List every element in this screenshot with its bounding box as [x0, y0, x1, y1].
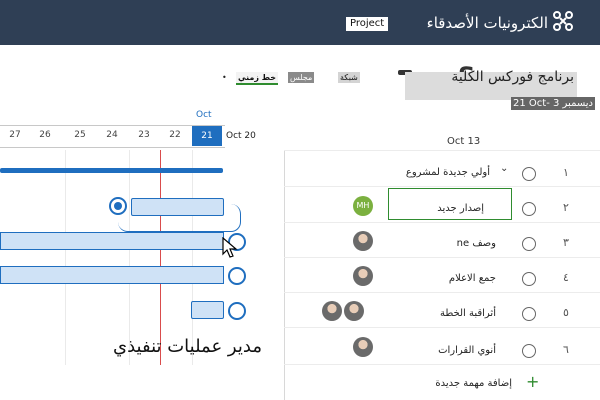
- timeline-gridline: [192, 150, 193, 365]
- row-number: ٢: [563, 201, 569, 214]
- avatar[interactable]: [344, 301, 364, 321]
- timeline-gridline: [65, 150, 66, 365]
- avatar[interactable]: [322, 301, 342, 321]
- task-complete-checkbox[interactable]: [522, 167, 536, 181]
- row-number: ١: [563, 166, 569, 179]
- task-name[interactable]: إصدار جديد: [437, 203, 484, 214]
- row-number: ٤: [563, 271, 569, 284]
- task-complete-checkbox[interactable]: [522, 307, 536, 321]
- timeline-tick: 24: [106, 130, 118, 140]
- timeline-tick: 22: [169, 130, 181, 140]
- grid-date-column-header: Oct 13: [447, 136, 481, 147]
- timeline-gridline: [129, 150, 130, 365]
- row-number: ٣: [563, 236, 569, 249]
- app-header-bar: الكترونيات الأصدقاء Project: [0, 0, 600, 45]
- row-separator: [284, 186, 600, 187]
- tab-timeline[interactable]: خط زمني: [236, 72, 279, 85]
- task-bar[interactable]: [0, 266, 224, 284]
- row-separator: [284, 292, 600, 293]
- task-bar[interactable]: [191, 301, 224, 319]
- timeline-tick: 25: [74, 130, 86, 140]
- row-number: ٥: [563, 306, 569, 319]
- tab-board[interactable]: مجلس: [288, 72, 315, 83]
- task-name[interactable]: أثراقبة الخطة: [440, 308, 496, 319]
- timeline-tick-today: 21: [192, 126, 222, 146]
- task-name[interactable]: جمع الاعلام: [449, 273, 496, 284]
- timeline-tick: 27: [9, 130, 21, 140]
- timeline-month-label: Oct: [196, 110, 212, 120]
- panel-divider[interactable]: [284, 150, 285, 400]
- app-name: الكترونيات الأصدقاء: [426, 14, 548, 32]
- today-marker-line: [160, 150, 161, 365]
- chevron-down-icon[interactable]: ⌄: [500, 163, 508, 174]
- task-bar[interactable]: [0, 232, 224, 250]
- plan-title[interactable]: برنامج فوركس الكلية: [451, 69, 574, 85]
- tab-more-dot: •: [222, 73, 227, 82]
- avatar[interactable]: [353, 231, 373, 251]
- avatar[interactable]: [353, 337, 373, 357]
- add-task-button[interactable]: إضافة مهمة جديدة: [435, 378, 512, 389]
- mouse-pointer-icon: [222, 237, 238, 258]
- row-separator: [284, 257, 600, 258]
- plan-date-range: 21 Oct- 3 ديسمبر: [511, 97, 596, 110]
- dependency-handle-icon[interactable]: [228, 267, 246, 285]
- app-launcher-icon[interactable]: [552, 10, 574, 32]
- task-bar[interactable]: [131, 198, 224, 216]
- avatar[interactable]: [353, 266, 373, 286]
- row-separator: [284, 150, 600, 151]
- task-name[interactable]: أولي جديدة لمشروع: [406, 167, 490, 178]
- task-name[interactable]: وصف ne: [457, 238, 496, 249]
- row-separator: [284, 364, 600, 365]
- row-separator: [284, 327, 600, 328]
- tab-grid[interactable]: شبكة: [338, 72, 360, 83]
- task-name[interactable]: أنوي القرارات: [438, 345, 496, 356]
- project-label[interactable]: Project: [346, 17, 389, 31]
- row-number: ٦: [563, 343, 569, 356]
- avatar[interactable]: MH: [353, 196, 373, 216]
- task-complete-checkbox[interactable]: [522, 237, 536, 251]
- row-separator: [284, 222, 600, 223]
- task-complete-checkbox[interactable]: [522, 202, 536, 216]
- dependency-handle-icon[interactable]: [228, 302, 246, 320]
- task-complete-checkbox[interactable]: [522, 344, 536, 358]
- timeline-tick: 23: [138, 130, 150, 140]
- dependency-handle-icon[interactable]: [109, 197, 127, 215]
- timeline-tick: 26: [39, 130, 51, 140]
- summary-task-bar[interactable]: [0, 168, 223, 173]
- timeline-header-date: Oct 20: [226, 131, 256, 141]
- add-icon[interactable]: +: [526, 372, 539, 391]
- caption-overlay: مدير عمليات تنفيذي: [113, 336, 262, 357]
- task-complete-checkbox[interactable]: [522, 272, 536, 286]
